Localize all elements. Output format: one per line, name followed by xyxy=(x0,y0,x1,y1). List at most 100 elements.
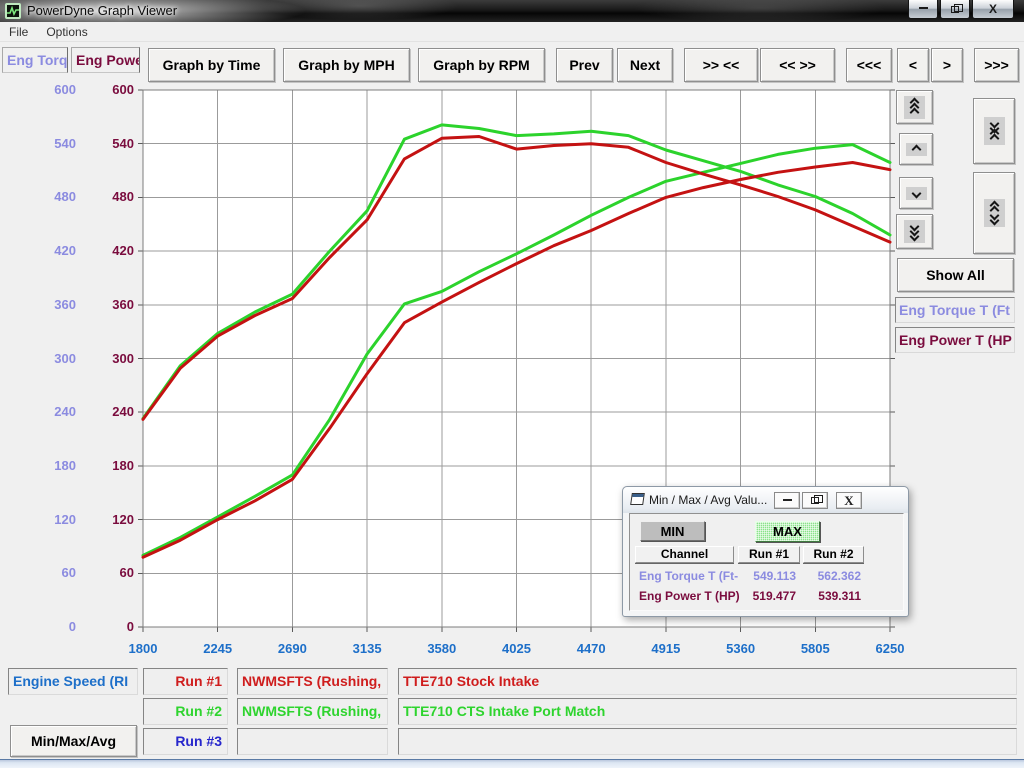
y-tick-label: 480 xyxy=(88,189,134,205)
x-tick-label: 1800 xyxy=(120,641,166,657)
y-zoom-out-button[interactable] xyxy=(973,172,1015,254)
x-tick-label: 4470 xyxy=(568,641,614,657)
torque-run1-max: 549.113 xyxy=(738,569,796,583)
x-tick-label: 2690 xyxy=(269,641,315,657)
restore-icon xyxy=(951,6,959,13)
minmax-values-window: Min / Max / Avg Valu... X MIN MAX Channe… xyxy=(622,486,909,617)
minmax-title-bar[interactable]: Min / Max / Avg Valu... xyxy=(623,487,908,513)
prev-button[interactable]: Prev xyxy=(556,48,613,82)
next-button[interactable]: Next xyxy=(617,48,673,82)
y-tick-label: 420 xyxy=(30,243,76,259)
minimize-icon xyxy=(919,6,928,9)
y-tick-label: 180 xyxy=(30,458,76,474)
window-title: PowerDyne Graph Viewer xyxy=(27,3,177,18)
show-all-button[interactable]: Show All xyxy=(897,258,1014,292)
y-tick-label: 120 xyxy=(88,512,134,528)
x-tick-label: 3135 xyxy=(344,641,390,657)
y-tick-label: 180 xyxy=(88,458,134,474)
chevron-down-icon xyxy=(906,187,927,200)
run3-label: Run #3 xyxy=(143,728,228,755)
run2-description-field: TTE710 CTS Intake Port Match xyxy=(398,698,1017,725)
graph-by-mph-button[interactable]: Graph by MPH xyxy=(283,48,410,82)
chevron-up-icon xyxy=(906,143,927,156)
triple-chevron-up-icon xyxy=(904,96,925,119)
scroll-right-button[interactable]: > xyxy=(931,48,963,82)
y-zoom-in-button[interactable] xyxy=(973,98,1015,164)
run3-description-field xyxy=(398,728,1017,755)
run1-label: Run #1 xyxy=(143,668,228,695)
zoom-in-x-button[interactable]: >> << xyxy=(684,48,758,82)
close-icon: X xyxy=(989,3,997,15)
y-scroll-down-fast-button[interactable] xyxy=(896,214,933,249)
app-icon[interactable] xyxy=(5,3,21,19)
power-run2-max: 539.311 xyxy=(803,589,861,603)
x-tick-label: 5360 xyxy=(718,641,764,657)
run2-file-field: NWMSFTS (Rushing, xyxy=(237,698,388,725)
zoom-out-x-button[interactable]: << >> xyxy=(760,48,835,82)
run1-description-field: TTE710 Stock Intake xyxy=(398,668,1017,695)
y-tick-label: 420 xyxy=(88,243,134,259)
run1-file-field: NWMSFTS (Rushing, xyxy=(237,668,388,695)
form-icon xyxy=(630,493,645,505)
y-tick-label: 240 xyxy=(88,404,134,420)
torque-run2-max: 562.362 xyxy=(803,569,861,583)
y-scroll-down-button[interactable] xyxy=(899,177,933,209)
window-bottom-border xyxy=(0,759,1024,768)
x-tick-label: 4915 xyxy=(643,641,689,657)
tab-torque-axis[interactable]: Eng Torq xyxy=(2,47,68,73)
minmax-minimize-button[interactable] xyxy=(774,492,800,509)
oscilloscope-icon xyxy=(7,5,19,17)
y-tick-label: 300 xyxy=(30,351,76,367)
triple-chevron-down-icon xyxy=(904,220,925,243)
run3-file-field xyxy=(237,728,388,755)
graph-by-time-button[interactable]: Graph by Time xyxy=(148,48,275,82)
x-tick-label: 6250 xyxy=(867,641,913,657)
powerdyne-window: PowerDyne Graph Viewer X File Options En… xyxy=(0,0,1024,768)
window-controls: X xyxy=(906,0,1014,19)
menu-bar: File Options xyxy=(0,22,1024,42)
y-scroll-up-button[interactable] xyxy=(899,133,933,165)
minmaxavg-button[interactable]: Min/Max/Avg xyxy=(10,725,137,757)
min-toggle-button[interactable]: MIN xyxy=(640,521,705,541)
tab-power-axis[interactable]: Eng Powe xyxy=(71,47,140,73)
scroll-far-left-button[interactable]: <<< xyxy=(846,48,892,82)
diverge-chevrons-icon xyxy=(984,199,1005,227)
graph-by-rpm-button[interactable]: Graph by RPM xyxy=(418,48,545,82)
minimize-button[interactable] xyxy=(908,0,938,19)
y-tick-label: 480 xyxy=(30,189,76,205)
max-toggle-button[interactable]: MAX xyxy=(755,521,820,542)
run2-column-header[interactable]: Run #2 xyxy=(803,546,864,563)
power-run1-max: 519.477 xyxy=(738,589,796,603)
x-tick-label: 5805 xyxy=(792,641,838,657)
x-tick-label: 2245 xyxy=(195,641,241,657)
minmax-content-panel: MIN MAX Channel Run #1 Run #2 Eng Torque… xyxy=(629,513,904,611)
torque-row-channel: Eng Torque T (Ft- xyxy=(639,569,738,583)
torque-channel-field: Eng Torque T (Ft xyxy=(895,297,1015,323)
y-tick-label: 120 xyxy=(30,512,76,528)
y-scroll-up-fast-button[interactable] xyxy=(896,90,933,124)
minmax-restore-button[interactable] xyxy=(802,492,828,509)
close-button[interactable]: X xyxy=(972,0,1014,19)
y-tick-label: 540 xyxy=(30,136,76,152)
minmax-window-title: Min / Max / Avg Valu... xyxy=(649,493,767,507)
run2-label: Run #2 xyxy=(143,698,228,725)
y-tick-label: 360 xyxy=(88,297,134,313)
scroll-far-right-button[interactable]: >>> xyxy=(974,48,1019,82)
channel-column-header[interactable]: Channel xyxy=(635,546,734,563)
menu-options[interactable]: Options xyxy=(37,25,96,39)
y-tick-label: 60 xyxy=(30,565,76,581)
maximize-button[interactable] xyxy=(940,0,970,19)
power-channel-field: Eng Power T (HP xyxy=(895,327,1015,353)
power-row-channel: Eng Power T (HP) xyxy=(639,589,740,603)
scroll-left-button[interactable]: < xyxy=(897,48,929,82)
y-tick-label: 60 xyxy=(88,565,134,581)
title-bar: PowerDyne Graph Viewer X xyxy=(0,0,1024,22)
y-tick-label: 0 xyxy=(30,619,76,635)
minmax-close-button[interactable]: X xyxy=(836,492,862,509)
converge-chevrons-icon xyxy=(984,117,1005,145)
minimize-icon xyxy=(783,498,792,501)
run1-column-header[interactable]: Run #1 xyxy=(738,546,800,563)
menu-file[interactable]: File xyxy=(0,25,37,39)
y-tick-label: 600 xyxy=(30,82,76,98)
y-tick-label: 600 xyxy=(88,82,134,98)
